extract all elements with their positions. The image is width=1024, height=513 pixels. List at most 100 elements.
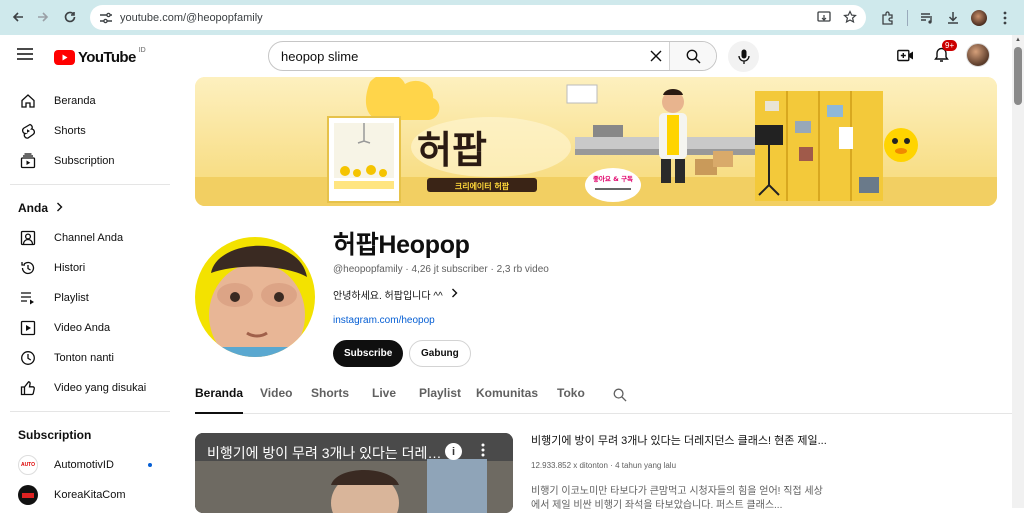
sidebar-item-label: Channel Anda — [54, 232, 124, 244]
subscription-icon — [18, 151, 38, 171]
sidebar-item-history[interactable]: Histori — [0, 253, 180, 283]
hamburger-menu-icon[interactable] — [17, 47, 33, 65]
extensions-icon[interactable] — [877, 7, 899, 29]
channel-avatar-koreakitacom — [18, 485, 38, 505]
sidebar-item-subscription[interactable]: Subscription — [0, 146, 180, 176]
info-icon[interactable]: i — [445, 443, 462, 460]
media-control-icon[interactable] — [916, 7, 938, 29]
download-icon[interactable] — [942, 7, 964, 29]
tab-live[interactable]: Live — [372, 386, 396, 414]
channel-title: 허팝Heopop — [333, 231, 470, 259]
tab-store[interactable]: Toko — [557, 386, 585, 414]
shorts-icon — [18, 121, 38, 141]
featured-video-description: 비행기 이코노미만 타보다가 큰맘먹고 시청자들의 힘을 얻어! 직접 세상에서… — [531, 486, 823, 511]
video-icon — [18, 318, 38, 338]
sidebar-item-label: Subscription — [54, 155, 115, 167]
sidebar-you-heading[interactable]: Anda — [0, 193, 180, 223]
sidebar-item-shorts[interactable]: Shorts — [0, 116, 180, 146]
more-options-icon[interactable] — [481, 443, 485, 462]
chevron-right-icon — [56, 201, 63, 215]
voice-search-button[interactable] — [728, 41, 759, 72]
tab-shorts[interactable]: Shorts — [311, 386, 349, 414]
sidebar-item-label: Playlist — [54, 292, 89, 304]
sidebar-item-label: KoreaKitaCom — [54, 489, 126, 501]
tab-playlists[interactable]: Playlist — [419, 386, 461, 414]
tab-videos[interactable]: Video — [260, 386, 292, 414]
channel-description[interactable]: 안녕하세요. 허팝입니다 ^^ — [333, 287, 458, 302]
channel-external-link[interactable]: instagram.com/heopop — [333, 315, 435, 326]
search-input[interactable] — [269, 42, 643, 70]
sidebar-item-home[interactable]: Beranda — [0, 86, 180, 116]
thumbnail-title: 비행기에 방이 무려 3개나 있다는 더레지던스 클래스! — [207, 445, 447, 461]
url-text: youtube.com/@heopopfamily — [120, 11, 263, 24]
scroll-up-arrow-icon[interactable]: ▲ — [1015, 37, 1021, 43]
browser-toolbar: youtube.com/@heopopfamily — [0, 0, 1024, 35]
sidebar-item-subscription-channel[interactable]: KoreaKitaCom — [0, 480, 180, 510]
sidebar-divider — [10, 184, 170, 185]
join-button[interactable]: Gabung — [409, 340, 471, 367]
sidebar-subscriptions-heading: Subscription — [0, 420, 180, 450]
notifications-bell-icon[interactable]: 9+ — [930, 40, 958, 66]
channel-handle: @heopopfamily — [333, 264, 403, 275]
view-count: 12.933.852 x ditonton — [531, 461, 608, 470]
banner-logo-text: 허팝 — [417, 127, 487, 172]
sidebar-item-your-videos[interactable]: Video Anda — [0, 313, 180, 343]
banner-illustration: 허팝 크리에이터 허팝 좋아요 & 구독 — [195, 77, 997, 206]
scrollbar-thumb[interactable] — [1014, 47, 1022, 105]
tab-home[interactable]: Beranda — [195, 386, 244, 414]
reload-icon[interactable] — [57, 4, 83, 30]
upload-age: 4 tahun yang lalu — [615, 461, 677, 470]
menu-kebab-icon[interactable] — [994, 7, 1016, 29]
history-icon — [18, 258, 38, 278]
back-arrow-icon[interactable] — [5, 4, 31, 30]
channel-avatar[interactable] — [195, 237, 315, 357]
search-icon — [686, 49, 700, 63]
tab-community[interactable]: Komunitas — [476, 386, 538, 414]
tab-search-icon[interactable] — [613, 388, 627, 416]
channel-avatar-automotivid: AUTO — [18, 455, 38, 475]
featured-video-title[interactable]: 비행기에 방이 무려 3개나 있다는 더레지던스 클래스! 현존 제일... — [531, 432, 831, 448]
sidebar-item-playlist[interactable]: Playlist — [0, 283, 180, 313]
playlist-icon — [18, 288, 38, 308]
channel-banner: 허팝 크리에이터 허팝 좋아요 & 구독 — [195, 77, 997, 206]
sidebar-heading-label: Anda — [18, 201, 48, 215]
sidebar-item-label: Tonton nanti — [54, 352, 114, 364]
sidebar-item-your-channel[interactable]: Channel Anda — [0, 223, 180, 253]
sidebar-item-label: Video yang disukai — [54, 382, 147, 394]
banner-sign-text: 좋아요 & 구독 — [593, 174, 633, 183]
video-count: 2,3 rb video — [496, 264, 549, 275]
clock-icon — [18, 348, 38, 368]
new-content-dot — [148, 463, 152, 467]
create-video-icon[interactable] — [894, 44, 916, 66]
sidebar-item-label: AutomotivID — [54, 459, 114, 471]
subscribe-button[interactable]: Subscribe — [333, 340, 404, 367]
logo-wordmark: YouTube — [78, 49, 136, 66]
search-button[interactable] — [669, 42, 716, 70]
clear-search-icon[interactable] — [643, 42, 669, 70]
bookmark-star-icon[interactable] — [842, 9, 858, 25]
account-avatar[interactable] — [966, 43, 990, 67]
sidebar-item-subscription-channel[interactable]: AUTO AutomotivID — [0, 450, 180, 480]
sidebar-item-watch-later[interactable]: Tonton nanti — [0, 343, 180, 373]
channel-tabs: Beranda Video Shorts Live Playlist Komun… — [195, 386, 1012, 414]
sidebar-item-liked-videos[interactable]: Video yang disukai — [0, 373, 180, 403]
page-scrollbar[interactable]: ▲ — [1012, 35, 1024, 508]
youtube-logo[interactable]: YouTube ID — [54, 47, 146, 66]
site-settings-icon[interactable] — [98, 10, 114, 26]
sidebar: Beranda Shorts Subscription Anda Channel… — [0, 77, 180, 508]
masthead: YouTube ID 9+ — [0, 35, 1012, 77]
notification-count-badge: 9+ — [942, 40, 958, 51]
featured-video-thumbnail[interactable]: 비행기에 방이 무려 3개나 있다는 더레지던스 클래스! i — [195, 433, 513, 513]
forward-arrow-icon[interactable] — [30, 4, 56, 30]
like-icon — [18, 378, 38, 398]
logo-country-code: ID — [138, 47, 146, 54]
profile-avatar-icon[interactable] — [968, 7, 990, 29]
youtube-play-logo-icon — [54, 50, 75, 65]
channel-icon — [18, 228, 38, 248]
sidebar-item-label: Shorts — [54, 125, 86, 137]
microphone-icon — [737, 49, 750, 64]
address-bar[interactable]: youtube.com/@heopopfamily — [90, 5, 866, 30]
channel-description-text: 안녕하세요. 허팝입니다 ^^ — [333, 291, 443, 302]
install-app-icon[interactable] — [816, 9, 832, 25]
toolbar-divider — [907, 9, 908, 26]
